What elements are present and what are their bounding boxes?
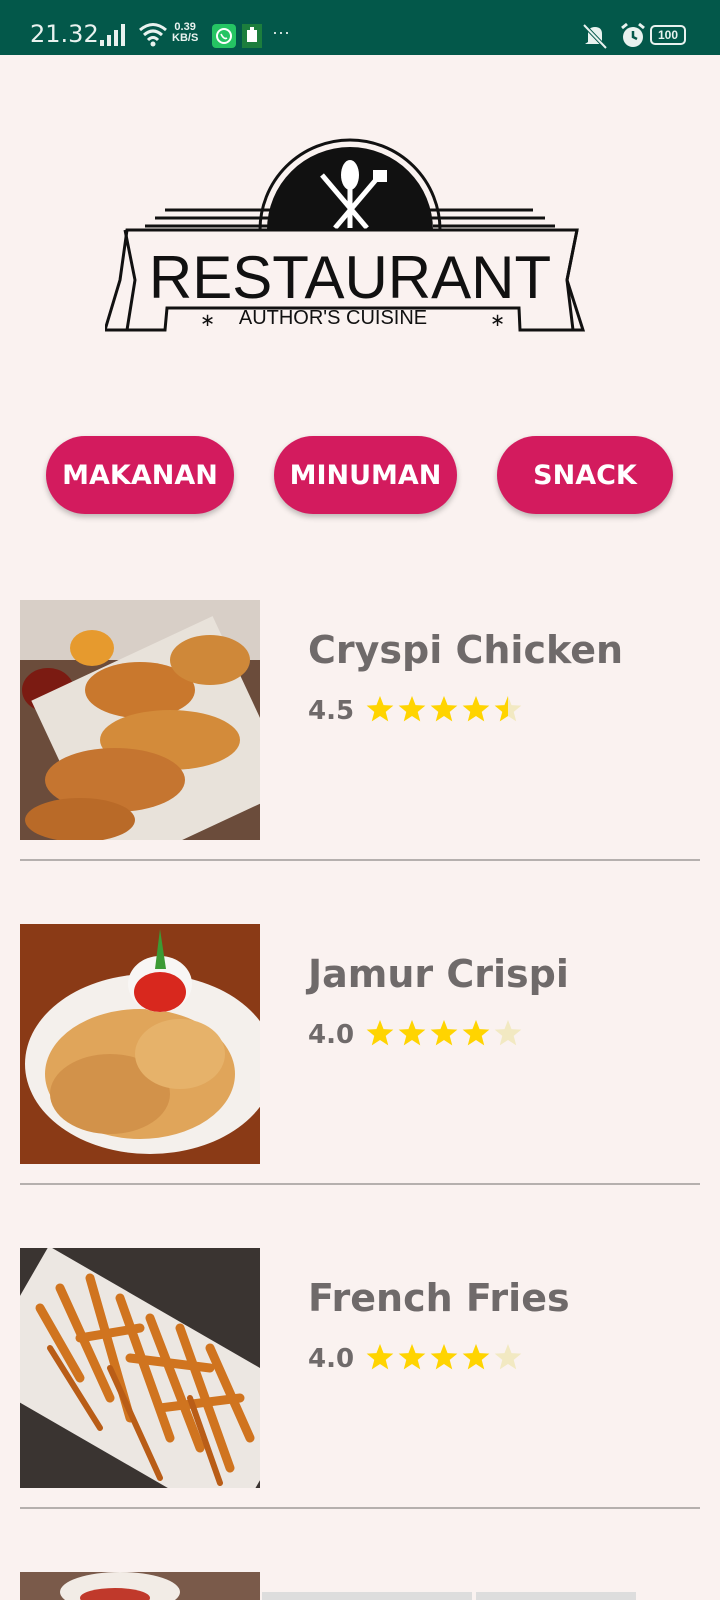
star-icon bbox=[366, 696, 394, 722]
mute-icon bbox=[582, 23, 608, 50]
battery-icon: 100 bbox=[650, 25, 686, 45]
menu-list-item[interactable]: Jamur Crispi 4.0 bbox=[0, 924, 720, 1248]
category-snack-button[interactable]: SNACK bbox=[497, 436, 673, 514]
status-bar: 21.32 0.39 KB/S ··· 100 bbox=[0, 0, 720, 55]
menu-list-item[interactable]: French Fries 4.0 bbox=[0, 1248, 720, 1572]
restaurant-logo: RESTAURANT ∗ ∗ AUTHOR'S CUISINE bbox=[105, 138, 586, 332]
menu-item-rating: 4.0 bbox=[308, 1344, 355, 1374]
svg-text:∗: ∗ bbox=[490, 310, 505, 330]
star-icon bbox=[430, 1344, 458, 1370]
logo-subtitle: AUTHOR'S CUISINE bbox=[239, 307, 427, 329]
star-icon bbox=[398, 1344, 426, 1370]
divider bbox=[20, 1183, 700, 1185]
crispy-chicken-photo bbox=[20, 600, 260, 840]
rating-stars bbox=[366, 1020, 522, 1046]
star-icon bbox=[462, 1020, 490, 1046]
category-minuman-button[interactable]: MINUMAN bbox=[274, 436, 457, 514]
star-icon bbox=[462, 1344, 490, 1370]
star-icon bbox=[430, 1020, 458, 1046]
menu-item-rating: 4.0 bbox=[308, 1020, 355, 1050]
alarm-icon bbox=[621, 22, 645, 47]
star-icon bbox=[366, 1020, 394, 1046]
status-time: 21.32 bbox=[30, 20, 99, 48]
app-icon bbox=[242, 24, 262, 48]
rating-stars bbox=[366, 1344, 522, 1370]
signal-icon bbox=[100, 24, 125, 46]
food-photo bbox=[20, 1572, 260, 1600]
wifi-icon bbox=[139, 23, 167, 47]
star-icon bbox=[398, 1020, 426, 1046]
net-speed-unit: KB/S bbox=[172, 32, 199, 44]
crispy-mushroom-photo bbox=[20, 924, 260, 1164]
scroll-indicator bbox=[262, 1592, 472, 1600]
divider bbox=[20, 1507, 700, 1509]
category-makanan-button[interactable]: MAKANAN bbox=[46, 436, 234, 514]
menu-item-rating: 4.5 bbox=[308, 696, 355, 726]
star-icon bbox=[398, 696, 426, 722]
menu-item-name: Jamur Crispi bbox=[308, 952, 569, 996]
star-icon bbox=[494, 696, 522, 722]
whatsapp-icon bbox=[212, 24, 236, 48]
divider bbox=[20, 859, 700, 861]
menu-list-item[interactable]: Cryspi Chicken 4.5 bbox=[0, 600, 720, 924]
menu-item-name: Cryspi Chicken bbox=[308, 628, 624, 672]
menu-item-name: French Fries bbox=[308, 1276, 570, 1320]
logo-title: RESTAURANT bbox=[149, 244, 551, 311]
scroll-indicator bbox=[476, 1592, 636, 1600]
net-speed: 0.39 KB/S bbox=[172, 22, 198, 44]
star-icon bbox=[462, 696, 490, 722]
star-icon bbox=[494, 1344, 522, 1370]
star-icon bbox=[430, 696, 458, 722]
french-fries-photo bbox=[20, 1248, 260, 1488]
star-icon bbox=[366, 1344, 394, 1370]
rating-stars bbox=[366, 696, 522, 722]
more-notifications-icon: ··· bbox=[272, 22, 290, 42]
star-icon bbox=[494, 1020, 522, 1046]
svg-text:∗: ∗ bbox=[200, 310, 215, 330]
